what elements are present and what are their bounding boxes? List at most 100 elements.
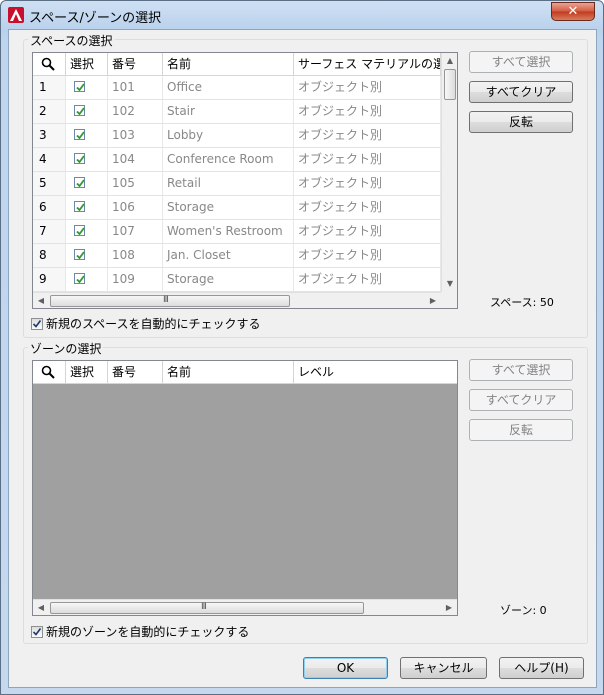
scroll-thumb-horizontal[interactable]: III (50, 602, 364, 614)
row-name: Retail (163, 172, 294, 196)
table-row[interactable]: 5 105 Retail オブジェクト別 (33, 172, 441, 196)
scroll-left-icon[interactable]: ◀ (33, 600, 49, 615)
row-index: 4 (33, 148, 66, 172)
column-header-surface-material[interactable]: サーフェス マテリアルの選 (294, 53, 441, 75)
column-header-name[interactable]: 名前 (163, 53, 294, 75)
row-number: 109 (108, 268, 163, 292)
row-index: 6 (33, 196, 66, 220)
row-checkbox[interactable] (74, 81, 85, 92)
column-header-select[interactable]: 選択 (66, 53, 108, 75)
zones-select-all-button[interactable]: すべて選択 (469, 359, 573, 381)
spaces-grid-header: 選択 番号 名前 サーフェス マテリアルの選 (33, 53, 441, 76)
checkmark-icon (76, 131, 85, 140)
close-button[interactable]: ✕ (551, 2, 595, 21)
table-row[interactable]: 2 102 Stair オブジェクト別 (33, 100, 441, 124)
row-select[interactable] (66, 220, 108, 244)
row-checkbox[interactable] (74, 273, 85, 284)
row-number: 105 (108, 172, 163, 196)
row-material: オブジェクト別 (294, 172, 441, 196)
dialog-client: スペースの選択 選択 番号 名前 サーフェス マテリアルの選 1 101 Offic… (8, 29, 597, 688)
row-number: 101 (108, 76, 163, 100)
scroll-thumb-vertical[interactable] (444, 69, 456, 100)
row-select[interactable] (66, 100, 108, 124)
scroll-up-icon[interactable]: ▲ (442, 53, 457, 69)
scroll-right-icon[interactable]: ▶ (425, 293, 441, 308)
row-checkbox[interactable] (74, 177, 85, 188)
column-header-level[interactable]: レベル (294, 361, 457, 383)
row-index: 9 (33, 268, 66, 292)
row-select[interactable] (66, 76, 108, 100)
scroll-grip-icon: III (201, 602, 207, 612)
row-name: Lobby (163, 124, 294, 148)
zones-grid-header: 選択 番号 名前 レベル (33, 361, 457, 384)
row-index: 1 (33, 76, 66, 100)
checkmark-icon (32, 628, 42, 636)
row-index: 7 (33, 220, 66, 244)
row-index: 3 (33, 124, 66, 148)
row-select[interactable] (66, 148, 108, 172)
column-header-number[interactable]: 番号 (108, 361, 163, 383)
row-name: Storage (163, 196, 294, 220)
row-number: 102 (108, 100, 163, 124)
row-checkbox[interactable] (74, 153, 85, 164)
scroll-left-icon[interactable]: ◀ (33, 293, 49, 308)
grid-search-header[interactable] (33, 53, 66, 75)
column-header-select[interactable]: 選択 (66, 361, 108, 383)
grid-search-header[interactable] (33, 361, 66, 383)
table-row[interactable]: 1 101 Office オブジェクト別 (33, 76, 441, 100)
zones-grid[interactable]: 選択 番号 名前 レベル ◀ III ▶ (32, 360, 458, 616)
search-icon[interactable] (41, 57, 55, 71)
table-row[interactable]: 6 106 Storage オブジェクト別 (33, 196, 441, 220)
row-number: 103 (108, 124, 163, 148)
row-material: オブジェクト別 (294, 76, 441, 100)
window-title: スペース/ゾーンの選択 (29, 11, 162, 26)
row-checkbox[interactable] (74, 225, 85, 236)
title-bar[interactable]: スペース/ゾーンの選択 ✕ (1, 1, 603, 29)
checkmark-icon (76, 203, 85, 212)
row-checkbox[interactable] (74, 249, 85, 260)
row-select[interactable] (66, 172, 108, 196)
column-header-name[interactable]: 名前 (163, 361, 294, 383)
zones-clear-all-button[interactable]: すべてクリア (469, 389, 573, 411)
row-material: オブジェクト別 (294, 244, 441, 268)
search-icon[interactable] (41, 365, 55, 379)
row-material: オブジェクト別 (294, 220, 441, 244)
scroll-right-icon[interactable]: ▶ (441, 600, 457, 615)
ok-button[interactable]: OK (303, 657, 388, 679)
table-row[interactable]: 8 108 Jan. Closet オブジェクト別 (33, 244, 441, 268)
spaces-clear-all-button[interactable]: すべてクリア (469, 81, 573, 103)
checkbox-box[interactable] (31, 626, 43, 638)
row-name: Jan. Closet (163, 244, 294, 268)
checkmark-icon (76, 251, 85, 260)
table-row[interactable]: 7 107 Women's Restroom オブジェクト別 (33, 220, 441, 244)
row-select[interactable] (66, 196, 108, 220)
scroll-down-icon[interactable]: ▼ (442, 276, 457, 292)
spaces-invert-button[interactable]: 反転 (469, 111, 573, 133)
spaces-select-all-button[interactable]: すべて選択 (469, 51, 573, 73)
row-select[interactable] (66, 124, 108, 148)
table-row[interactable]: 4 104 Conference Room オブジェクト別 (33, 148, 441, 172)
autocad-logo-icon (8, 7, 24, 23)
zones-empty-area (33, 384, 457, 598)
spaces-vertical-scrollbar[interactable]: ▲ ▼ (441, 53, 457, 292)
row-material: オブジェクト別 (294, 100, 441, 124)
dialog-window: スペース/ゾーンの選択 ✕ スペースの選択 選択 番号 名前 サーフェス マテリ… (0, 0, 604, 695)
row-name: Stair (163, 100, 294, 124)
spaces-grid[interactable]: 選択 番号 名前 サーフェス マテリアルの選 1 101 Office オブジェクト別… (32, 52, 458, 309)
row-checkbox[interactable] (74, 201, 85, 212)
zones-invert-button[interactable]: 反転 (469, 419, 573, 441)
row-select[interactable] (66, 244, 108, 268)
cancel-button[interactable]: キャンセル (400, 657, 487, 679)
row-name: Office (163, 76, 294, 100)
spaces-horizontal-scrollbar[interactable]: ◀ III ▶ (33, 292, 441, 308)
row-select[interactable] (66, 268, 108, 292)
zones-horizontal-scrollbar[interactable]: ◀ III ▶ (33, 599, 457, 615)
scroll-thumb-horizontal[interactable]: III (50, 295, 290, 307)
row-checkbox[interactable] (74, 105, 85, 116)
table-row[interactable]: 3 103 Lobby オブジェクト別 (33, 124, 441, 148)
help-button[interactable]: ヘルプ(H) (499, 657, 584, 679)
column-header-number[interactable]: 番号 (108, 53, 163, 75)
row-checkbox[interactable] (74, 129, 85, 140)
checkbox-box[interactable] (31, 318, 43, 330)
table-row[interactable]: 9 109 Storage オブジェクト別 (33, 268, 441, 292)
